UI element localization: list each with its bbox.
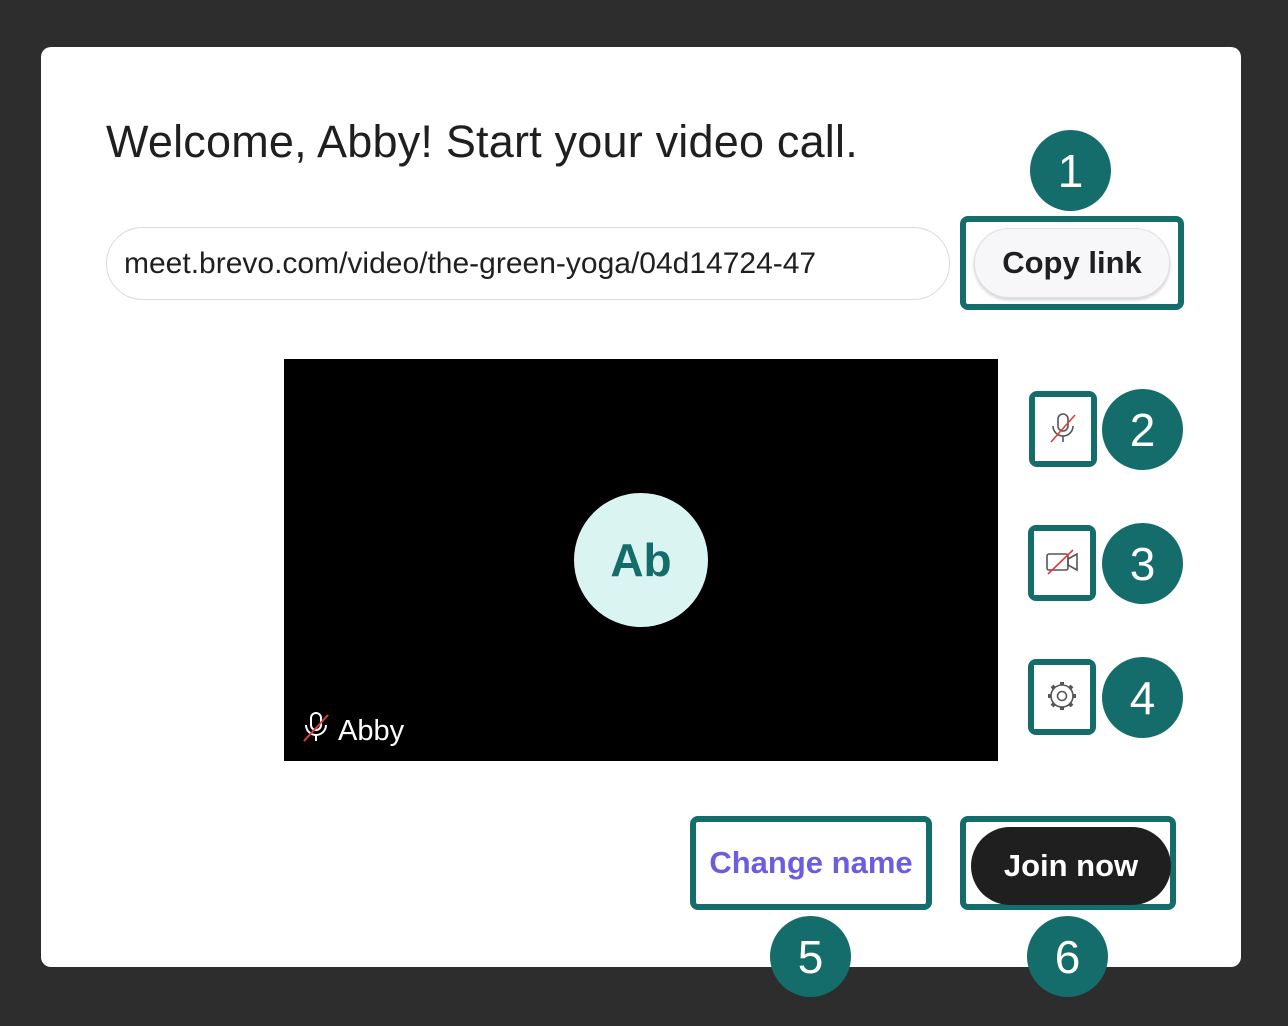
camera-toggle-highlight (1028, 525, 1096, 601)
callout-badge-4: 4 (1102, 657, 1183, 738)
microphone-off-icon (1048, 411, 1078, 448)
copy-link-highlight: Copy link (960, 216, 1184, 310)
callout-badge-3: 3 (1102, 523, 1183, 604)
video-preview: Ab Abby (284, 359, 998, 761)
settings-button[interactable] (1034, 665, 1090, 729)
join-now-highlight: Join now (960, 816, 1176, 910)
callout-badge-1: 1 (1030, 130, 1111, 211)
change-name-highlight: Change name (690, 816, 932, 910)
participant-label: Abby (302, 711, 404, 751)
join-now-button[interactable]: Join now (971, 827, 1171, 905)
page-title: Welcome, Abby! Start your video call. (106, 116, 858, 167)
gear-icon (1045, 679, 1079, 716)
callout-badge-2: 2 (1102, 389, 1183, 470)
callout-badge-5: 5 (770, 916, 851, 997)
change-name-button[interactable]: Change name (700, 826, 922, 900)
camera-off-icon (1044, 547, 1080, 580)
camera-toggle-button[interactable] (1034, 531, 1090, 595)
microphone-off-icon (302, 711, 330, 751)
microphone-toggle-highlight (1029, 391, 1097, 467)
participant-name: Abby (338, 714, 405, 747)
meeting-link-field[interactable] (106, 227, 950, 300)
copy-link-button[interactable]: Copy link (974, 228, 1170, 298)
microphone-toggle-button[interactable] (1035, 397, 1091, 461)
settings-highlight (1028, 659, 1096, 735)
callout-badge-6: 6 (1027, 916, 1108, 997)
avatar: Ab (574, 493, 708, 627)
meeting-link-input[interactable] (107, 246, 949, 281)
